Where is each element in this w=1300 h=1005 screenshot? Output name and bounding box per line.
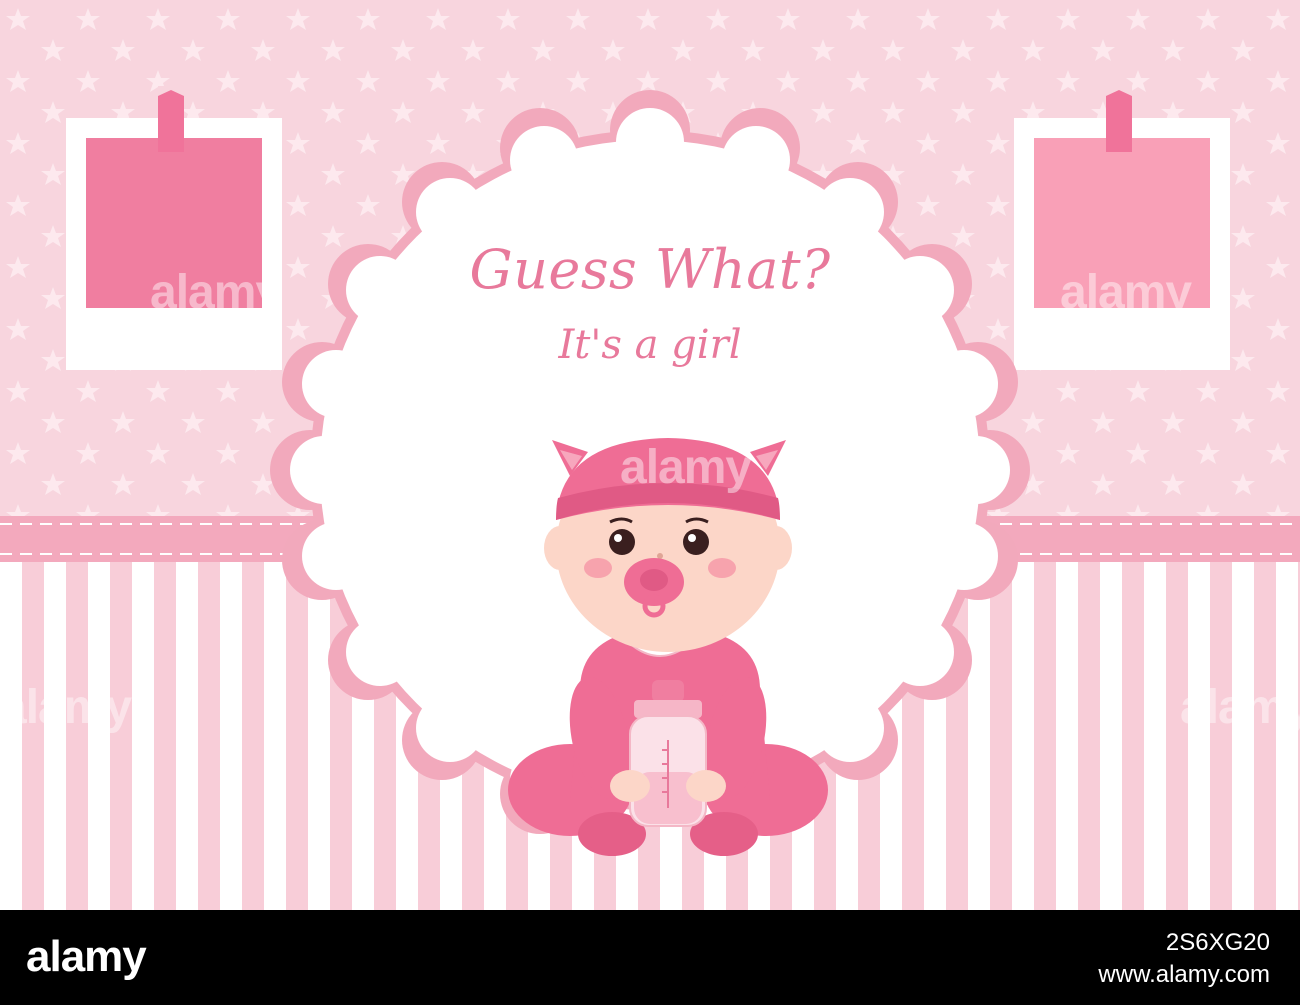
card-subtitle: It's a girl xyxy=(558,322,742,368)
footer-bar: alamy 2S6XG20 www.alamy.com xyxy=(0,910,1300,1005)
footer-url[interactable]: www.alamy.com xyxy=(1098,960,1270,990)
watermark: alamy xyxy=(1060,266,1192,319)
baby-shower-card: Guess What? It's a girl alamy alamy alam… xyxy=(0,0,1300,1005)
watermark: alamy xyxy=(150,266,282,319)
watermark: alamy xyxy=(620,441,752,494)
baby-bottle xyxy=(629,680,707,827)
watermark: alamy xyxy=(0,681,132,734)
photo-frame-left xyxy=(66,86,282,370)
watermark: alamy xyxy=(1180,681,1300,734)
footer-logo: alamy xyxy=(26,932,147,981)
photo-frame-right xyxy=(1014,86,1230,370)
background-illustration xyxy=(0,0,1300,910)
image-id: 2S6XG20 xyxy=(1165,929,1270,956)
card-title: Guess What? xyxy=(469,238,831,301)
